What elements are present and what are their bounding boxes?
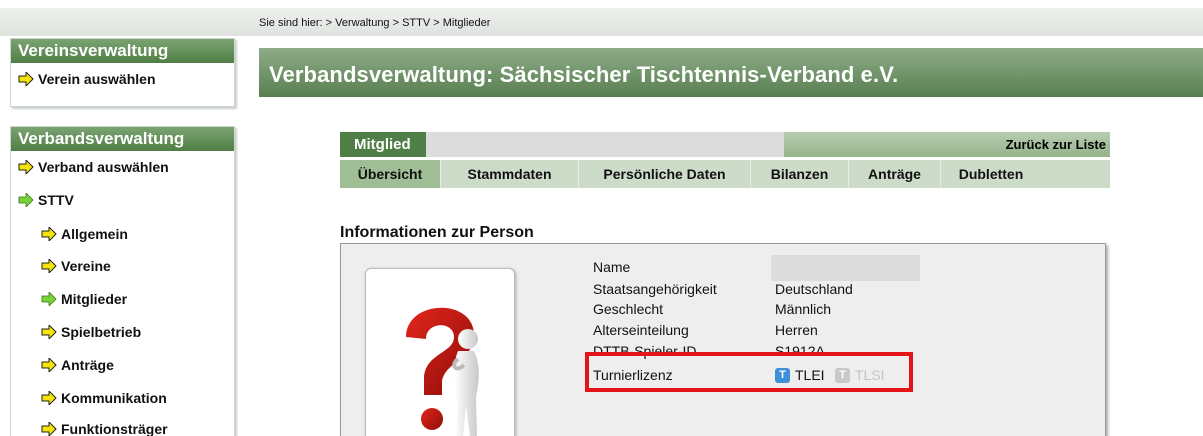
field-value-nationality: Deutschland <box>775 281 853 297</box>
sidebar-item-label: STTV <box>38 192 74 208</box>
member-bar: Mitglied Zurück zur Liste <box>340 132 1110 157</box>
sidebar-item-verein-auswaehlen[interactable]: Verein auswählen <box>18 71 156 87</box>
member-label: Mitglied <box>340 132 426 157</box>
license-t-icon: T <box>775 367 790 383</box>
tab-stammdaten[interactable]: Stammdaten <box>441 160 579 188</box>
arrow-right-icon <box>41 422 57 436</box>
field-label-name: Name <box>593 259 631 275</box>
verein-box-title: Vereinsverwaltung <box>11 39 234 63</box>
sidebar-item-label: Verband auswählen <box>38 159 169 175</box>
verband-box: Verbandsverwaltung Verband auswählen STT… <box>10 126 235 436</box>
verein-box: Vereinsverwaltung Verein auswählen <box>10 38 235 107</box>
license-label: TLSI <box>855 367 885 383</box>
tab-bilanzen[interactable]: Bilanzen <box>751 160 849 188</box>
license-t-icon: T <box>835 367 850 383</box>
arrow-right-icon <box>18 193 34 207</box>
tab-antraege[interactable]: Anträge <box>849 160 941 188</box>
arrow-right-icon <box>41 259 57 273</box>
name-value-redacted <box>771 255 920 281</box>
arrow-right-icon <box>18 160 34 174</box>
sidebar-item-verband-auswaehlen[interactable]: Verband auswählen <box>18 159 169 175</box>
sidebar-item-label: Mitglieder <box>61 291 128 307</box>
sidebar-item-allgemein[interactable]: Allgemein <box>41 226 128 242</box>
page-title: Verbandsverwaltung: Sächsischer Tischten… <box>259 48 1203 97</box>
sidebar-item-kommunikation[interactable]: Kommunikation <box>41 390 167 406</box>
member-bar-right: Zurück zur Liste <box>784 132 1110 157</box>
field-label-nationality: Staatsangehörigkeit <box>593 281 717 297</box>
sidebar-item-mitglieder[interactable]: Mitglieder <box>41 291 127 307</box>
license-tlsi: T TLSI <box>835 367 885 383</box>
arrow-right-icon <box>18 72 34 86</box>
sidebar-item-label: Verein auswählen <box>38 71 156 87</box>
arrow-right-icon <box>41 391 57 405</box>
sidebar-item-label: Anträge <box>61 357 114 373</box>
license-tlei[interactable]: T TLEI <box>775 367 825 383</box>
arrow-right-icon <box>41 227 57 241</box>
sidebar-item-label: Vereine <box>61 258 111 274</box>
field-label-age-class: Alterseinteilung <box>593 322 689 338</box>
field-label-tournament-license: Turnierlizenz <box>593 367 673 383</box>
field-value-gender: Männlich <box>775 301 832 317</box>
back-to-list-link[interactable]: Zurück zur Liste <box>1006 137 1106 152</box>
sidebar-item-spielbetrieb[interactable]: Spielbetrieb <box>41 324 141 340</box>
sidebar-item-label: Funktionsträger <box>61 421 168 436</box>
member-name-redacted <box>426 132 784 157</box>
tab-persoenliche-daten[interactable]: Persönliche Daten <box>579 160 751 188</box>
sidebar-item-funktionstraeger[interactable]: Funktionsträger <box>41 421 168 436</box>
field-value-age-class: Herren <box>775 322 818 338</box>
top-strip <box>0 8 1203 36</box>
arrow-right-icon <box>41 292 57 306</box>
field-label-gender: Geschlecht <box>593 301 664 317</box>
tab-dubletten[interactable]: Dubletten <box>941 160 1041 188</box>
section-title: Informationen zur Person <box>340 224 534 241</box>
sidebar-item-vereine[interactable]: Vereine <box>41 258 111 274</box>
license-label: TLEI <box>795 367 825 383</box>
verband-box-title: Verbandsverwaltung <box>11 127 234 151</box>
arrow-right-icon <box>41 325 57 339</box>
breadcrumb: Sie sind hier: > Verwaltung > STTV > Mit… <box>259 17 491 29</box>
question-mark-figure-icon <box>406 307 479 436</box>
sidebar-item-label: Allgemein <box>61 226 128 242</box>
profile-placeholder-image <box>365 268 515 436</box>
sidebar-item-sttv[interactable]: STTV <box>18 192 74 208</box>
sidebar-item-label: Spielbetrieb <box>61 324 142 340</box>
tab-uebersicht[interactable]: Übersicht <box>340 160 441 188</box>
member-tabs: Übersicht Stammdaten Persönliche Daten B… <box>340 160 1110 188</box>
sidebar-item-antraege[interactable]: Anträge <box>41 357 114 373</box>
sidebar-item-label: Kommunikation <box>61 390 167 406</box>
arrow-right-icon <box>41 358 57 372</box>
